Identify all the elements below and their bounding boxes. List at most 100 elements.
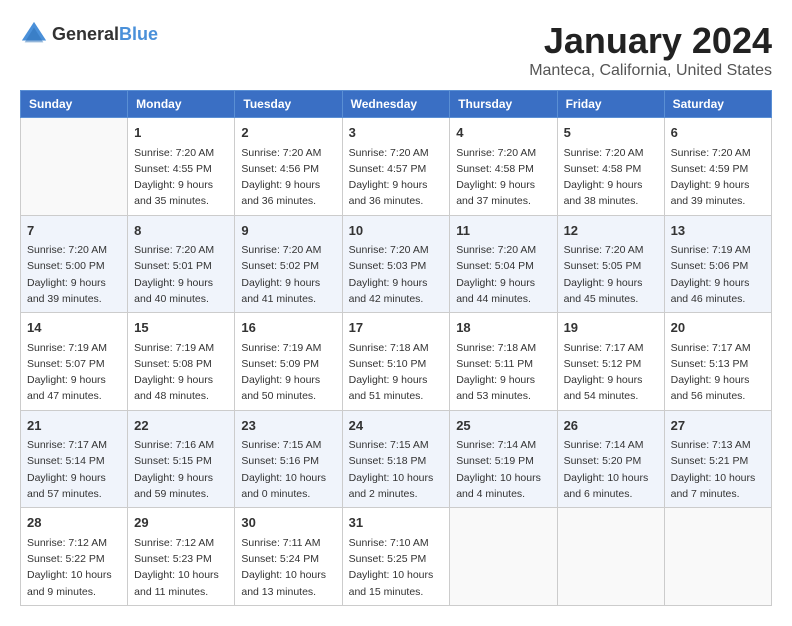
day-info: Sunrise: 7:20 AMSunset: 4:55 PMDaylight:… xyxy=(134,145,228,210)
day-number: 12 xyxy=(564,221,658,241)
calendar-cell: 2Sunrise: 7:20 AMSunset: 4:56 PMDaylight… xyxy=(235,118,342,216)
calendar-cell: 3Sunrise: 7:20 AMSunset: 4:57 PMDaylight… xyxy=(342,118,450,216)
day-number: 8 xyxy=(134,221,228,241)
calendar-week-row: 14Sunrise: 7:19 AMSunset: 5:07 PMDayligh… xyxy=(21,313,772,411)
day-info: Sunrise: 7:20 AMSunset: 4:58 PMDaylight:… xyxy=(456,145,550,210)
day-number: 3 xyxy=(349,123,444,143)
day-number: 19 xyxy=(564,318,658,338)
day-number: 21 xyxy=(27,416,121,436)
day-number: 17 xyxy=(349,318,444,338)
day-info: Sunrise: 7:12 AMSunset: 5:22 PMDaylight:… xyxy=(27,535,121,600)
calendar-cell: 15Sunrise: 7:19 AMSunset: 5:08 PMDayligh… xyxy=(128,313,235,411)
calendar-table: SundayMondayTuesdayWednesdayThursdayFrid… xyxy=(20,90,772,606)
calendar-cell: 17Sunrise: 7:18 AMSunset: 5:10 PMDayligh… xyxy=(342,313,450,411)
day-number: 30 xyxy=(241,513,335,533)
day-number: 13 xyxy=(671,221,765,241)
day-info: Sunrise: 7:18 AMSunset: 5:10 PMDaylight:… xyxy=(349,340,444,405)
day-info: Sunrise: 7:14 AMSunset: 5:20 PMDaylight:… xyxy=(564,437,658,502)
calendar-week-row: 1Sunrise: 7:20 AMSunset: 4:55 PMDaylight… xyxy=(21,118,772,216)
calendar-cell: 10Sunrise: 7:20 AMSunset: 5:03 PMDayligh… xyxy=(342,215,450,313)
day-number: 22 xyxy=(134,416,228,436)
calendar-week-row: 21Sunrise: 7:17 AMSunset: 5:14 PMDayligh… xyxy=(21,410,772,508)
month-title: January 2024 xyxy=(529,20,772,62)
calendar-cell: 27Sunrise: 7:13 AMSunset: 5:21 PMDayligh… xyxy=(664,410,771,508)
calendar-header-row: SundayMondayTuesdayWednesdayThursdayFrid… xyxy=(21,91,772,118)
day-info: Sunrise: 7:20 AMSunset: 5:05 PMDaylight:… xyxy=(564,242,658,307)
day-info: Sunrise: 7:13 AMSunset: 5:21 PMDaylight:… xyxy=(671,437,765,502)
day-number: 6 xyxy=(671,123,765,143)
location-title: Manteca, California, United States xyxy=(529,62,772,80)
day-number: 14 xyxy=(27,318,121,338)
calendar-cell: 11Sunrise: 7:20 AMSunset: 5:04 PMDayligh… xyxy=(450,215,557,313)
calendar-cell: 5Sunrise: 7:20 AMSunset: 4:58 PMDaylight… xyxy=(557,118,664,216)
column-header-wednesday: Wednesday xyxy=(342,91,450,118)
day-number: 18 xyxy=(456,318,550,338)
calendar-cell: 31Sunrise: 7:10 AMSunset: 5:25 PMDayligh… xyxy=(342,508,450,606)
calendar-cell: 9Sunrise: 7:20 AMSunset: 5:02 PMDaylight… xyxy=(235,215,342,313)
day-info: Sunrise: 7:19 AMSunset: 5:09 PMDaylight:… xyxy=(241,340,335,405)
title-block: January 2024 Manteca, California, United… xyxy=(529,20,772,80)
calendar-week-row: 7Sunrise: 7:20 AMSunset: 5:00 PMDaylight… xyxy=(21,215,772,313)
calendar-cell xyxy=(21,118,128,216)
calendar-cell: 8Sunrise: 7:20 AMSunset: 5:01 PMDaylight… xyxy=(128,215,235,313)
logo: GeneralBlue xyxy=(20,20,158,48)
calendar-cell: 20Sunrise: 7:17 AMSunset: 5:13 PMDayligh… xyxy=(664,313,771,411)
calendar-cell: 29Sunrise: 7:12 AMSunset: 5:23 PMDayligh… xyxy=(128,508,235,606)
day-info: Sunrise: 7:17 AMSunset: 5:13 PMDaylight:… xyxy=(671,340,765,405)
day-info: Sunrise: 7:19 AMSunset: 5:06 PMDaylight:… xyxy=(671,242,765,307)
day-info: Sunrise: 7:18 AMSunset: 5:11 PMDaylight:… xyxy=(456,340,550,405)
day-number: 20 xyxy=(671,318,765,338)
day-number: 9 xyxy=(241,221,335,241)
column-header-saturday: Saturday xyxy=(664,91,771,118)
calendar-cell: 22Sunrise: 7:16 AMSunset: 5:15 PMDayligh… xyxy=(128,410,235,508)
logo-text: GeneralBlue xyxy=(52,24,158,45)
logo-general: General xyxy=(52,24,119,44)
calendar-cell: 21Sunrise: 7:17 AMSunset: 5:14 PMDayligh… xyxy=(21,410,128,508)
calendar-cell xyxy=(557,508,664,606)
day-number: 28 xyxy=(27,513,121,533)
day-info: Sunrise: 7:20 AMSunset: 4:59 PMDaylight:… xyxy=(671,145,765,210)
day-number: 5 xyxy=(564,123,658,143)
calendar-cell: 16Sunrise: 7:19 AMSunset: 5:09 PMDayligh… xyxy=(235,313,342,411)
day-number: 7 xyxy=(27,221,121,241)
day-info: Sunrise: 7:11 AMSunset: 5:24 PMDaylight:… xyxy=(241,535,335,600)
day-info: Sunrise: 7:20 AMSunset: 5:03 PMDaylight:… xyxy=(349,242,444,307)
day-number: 2 xyxy=(241,123,335,143)
day-number: 10 xyxy=(349,221,444,241)
calendar-cell: 26Sunrise: 7:14 AMSunset: 5:20 PMDayligh… xyxy=(557,410,664,508)
column-header-sunday: Sunday xyxy=(21,91,128,118)
calendar-week-row: 28Sunrise: 7:12 AMSunset: 5:22 PMDayligh… xyxy=(21,508,772,606)
calendar-cell: 7Sunrise: 7:20 AMSunset: 5:00 PMDaylight… xyxy=(21,215,128,313)
day-info: Sunrise: 7:20 AMSunset: 5:04 PMDaylight:… xyxy=(456,242,550,307)
calendar-cell xyxy=(450,508,557,606)
column-header-monday: Monday xyxy=(128,91,235,118)
day-info: Sunrise: 7:20 AMSunset: 5:01 PMDaylight:… xyxy=(134,242,228,307)
day-number: 11 xyxy=(456,221,550,241)
day-number: 15 xyxy=(134,318,228,338)
day-info: Sunrise: 7:10 AMSunset: 5:25 PMDaylight:… xyxy=(349,535,444,600)
calendar-cell: 19Sunrise: 7:17 AMSunset: 5:12 PMDayligh… xyxy=(557,313,664,411)
day-info: Sunrise: 7:20 AMSunset: 4:56 PMDaylight:… xyxy=(241,145,335,210)
calendar-cell: 24Sunrise: 7:15 AMSunset: 5:18 PMDayligh… xyxy=(342,410,450,508)
day-info: Sunrise: 7:20 AMSunset: 4:58 PMDaylight:… xyxy=(564,145,658,210)
day-info: Sunrise: 7:20 AMSunset: 5:02 PMDaylight:… xyxy=(241,242,335,307)
day-number: 25 xyxy=(456,416,550,436)
logo-icon xyxy=(20,20,48,48)
day-number: 26 xyxy=(564,416,658,436)
day-info: Sunrise: 7:20 AMSunset: 4:57 PMDaylight:… xyxy=(349,145,444,210)
calendar-cell: 6Sunrise: 7:20 AMSunset: 4:59 PMDaylight… xyxy=(664,118,771,216)
calendar-cell xyxy=(664,508,771,606)
page-header: GeneralBlue January 2024 Manteca, Califo… xyxy=(20,20,772,80)
calendar-cell: 18Sunrise: 7:18 AMSunset: 5:11 PMDayligh… xyxy=(450,313,557,411)
day-number: 24 xyxy=(349,416,444,436)
calendar-cell: 12Sunrise: 7:20 AMSunset: 5:05 PMDayligh… xyxy=(557,215,664,313)
day-info: Sunrise: 7:12 AMSunset: 5:23 PMDaylight:… xyxy=(134,535,228,600)
day-info: Sunrise: 7:15 AMSunset: 5:18 PMDaylight:… xyxy=(349,437,444,502)
day-info: Sunrise: 7:19 AMSunset: 5:07 PMDaylight:… xyxy=(27,340,121,405)
calendar-cell: 28Sunrise: 7:12 AMSunset: 5:22 PMDayligh… xyxy=(21,508,128,606)
calendar-cell: 30Sunrise: 7:11 AMSunset: 5:24 PMDayligh… xyxy=(235,508,342,606)
column-header-friday: Friday xyxy=(557,91,664,118)
day-info: Sunrise: 7:17 AMSunset: 5:12 PMDaylight:… xyxy=(564,340,658,405)
day-number: 16 xyxy=(241,318,335,338)
day-number: 23 xyxy=(241,416,335,436)
